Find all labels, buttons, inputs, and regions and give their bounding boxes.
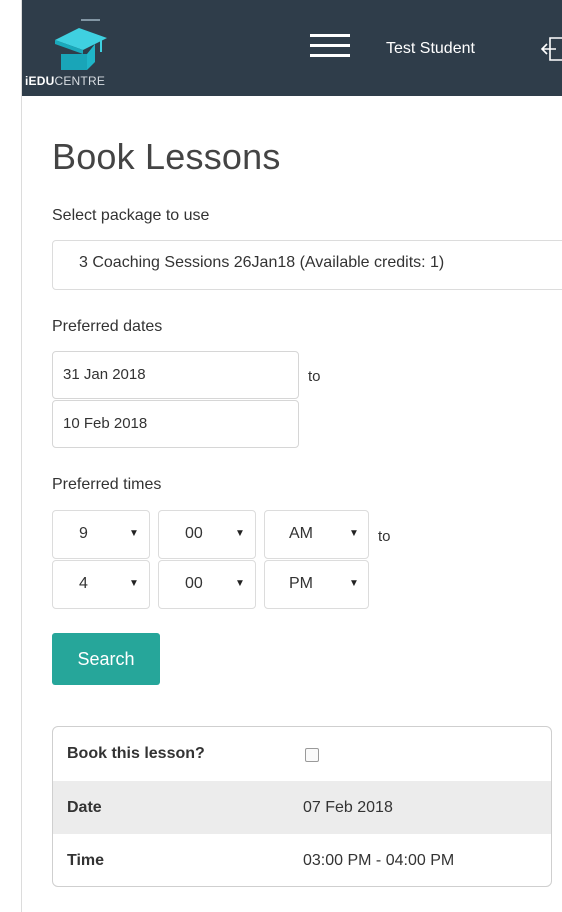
date-label: Date [67,799,102,816]
table-row-date: Date 07 Feb 2018 [53,781,551,834]
page-title: Book Lessons [52,136,281,177]
start-hour-value: 9 [79,525,88,542]
logout-icon[interactable] [540,36,562,62]
end-minute-value: 00 [185,575,203,592]
logo-light: CENTRE [54,74,106,88]
logo-bold: iEDU [25,74,55,88]
chevron-down-icon: ▼ [235,528,245,539]
time-value: 03:00 PM - 04:00 PM [303,852,455,869]
end-hour-select[interactable]: 4 ▼ [52,560,150,609]
preferred-dates-label: Preferred dates [52,318,163,335]
chevron-down-icon: ▼ [349,578,359,589]
dates-to-text: to [308,368,321,385]
table-row-time: Time 03:00 PM - 04:00 PM [53,834,551,886]
page-left-border [21,0,22,912]
date-to-input[interactable]: 10 Feb 2018 [52,400,299,448]
preferred-times-label: Preferred times [52,476,162,493]
book-lesson-label: Book this lesson? [67,745,205,762]
hamburger-menu-icon[interactable] [310,34,350,66]
times-to-text: to [378,528,391,545]
book-lesson-checkbox[interactable] [305,748,319,762]
search-button[interactable]: Search [52,633,160,685]
start-hour-select[interactable]: 9 ▼ [52,510,150,559]
chevron-down-icon: ▼ [129,578,139,589]
chevron-down-icon: ▼ [235,578,245,589]
chevron-down-icon: ▼ [129,528,139,539]
lesson-result-table: Book this lesson? Date 07 Feb 2018 Time … [52,726,552,887]
package-label: Select package to use [52,207,210,224]
end-ampm-value: PM [289,575,313,592]
date-value: 07 Feb 2018 [303,799,393,816]
package-select[interactable]: 3 Coaching Sessions 26Jan18 (Available c… [52,240,562,290]
date-from-input[interactable]: 31 Jan 2018 [52,351,299,399]
start-ampm-select[interactable]: AM ▼ [264,510,369,559]
time-label: Time [67,852,105,869]
top-navbar: iEDUCENTRE Test Student [22,0,562,96]
end-hour-value: 4 [79,575,88,592]
end-ampm-select[interactable]: PM ▼ [264,560,369,609]
start-minute-value: 00 [185,525,203,542]
start-minute-select[interactable]: 00 ▼ [158,510,256,559]
end-minute-select[interactable]: 00 ▼ [158,560,256,609]
table-row-book: Book this lesson? [53,727,551,780]
logo-wordmark: iEDUCENTRE [25,74,105,88]
chevron-down-icon: ▼ [349,528,359,539]
user-name-link[interactable]: Test Student [386,40,475,58]
start-ampm-value: AM [289,525,313,542]
